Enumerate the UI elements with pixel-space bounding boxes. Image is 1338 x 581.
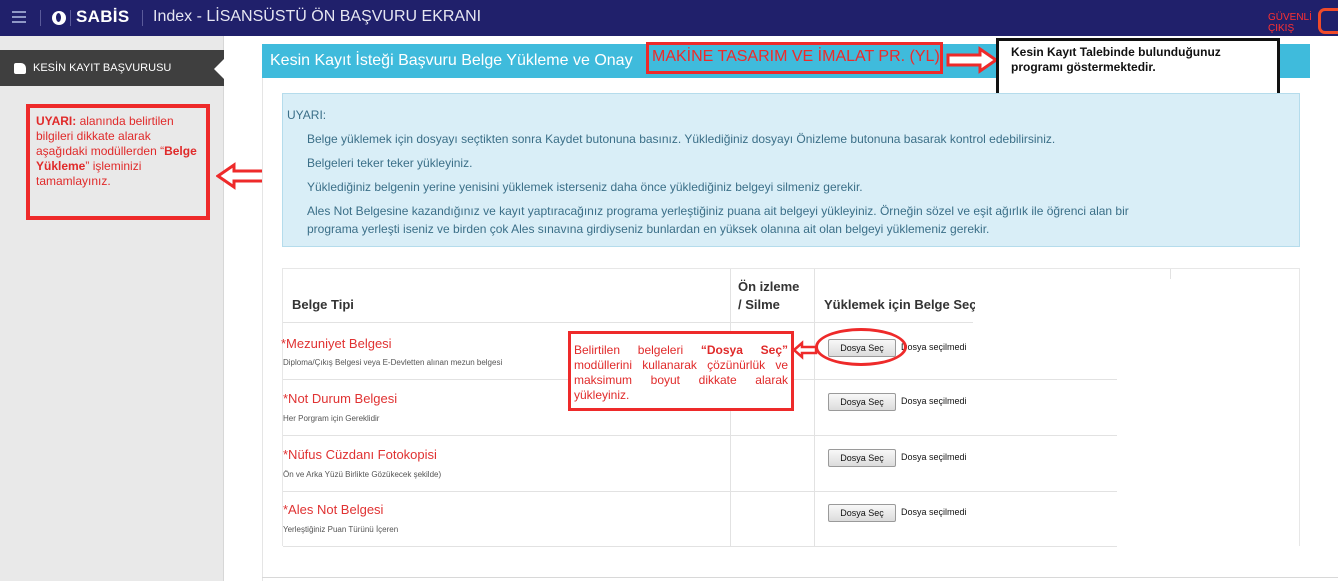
header-preview-line1: Ön izleme (738, 279, 800, 294)
row-divider (283, 491, 1117, 492)
active-item-notch (214, 59, 224, 79)
sidebar-item-label: KESİN KAYIT BAŞVURUSU (33, 62, 172, 74)
file-select-button[interactable]: Dosya Seç (828, 449, 896, 467)
header-document-type: Belge Tipi (292, 297, 354, 312)
warning-prefix: UYARI: (36, 114, 77, 128)
file-status: Dosya seçilmedi (901, 452, 967, 462)
arrow-right-icon (946, 46, 998, 74)
file-status: Dosya seçilmedi (901, 507, 967, 517)
power-icon[interactable] (1318, 8, 1338, 34)
table-row-3-name: *Nüfus Cüzdanı Fotokopisi (283, 447, 437, 462)
info-alert: UYARI: Belge yüklemek için dosyayı seçti… (282, 93, 1300, 247)
file-button-highlight-annotation (815, 328, 907, 366)
navbar-divider (142, 10, 143, 26)
header-preview-line2: / Silme (738, 297, 780, 312)
alert-line: Belge yüklemek için dosyayı seçtikten so… (307, 132, 1056, 146)
table-row-1-desc: Diploma/Çıkış Belgesi veya E-Devletten a… (283, 358, 503, 367)
sidebar-item-final-registration[interactable]: KESİN KAYIT BAŞVURUSU (0, 50, 224, 86)
panel-title: Kesin Kayıt İsteği Başvuru Belge Yükleme… (270, 52, 633, 69)
arrow-right-small-icon (792, 340, 818, 360)
row-divider (283, 322, 973, 323)
file-status: Dosya seçilmedi (901, 396, 967, 406)
sidebar-warning-annotation: UYARI: alanında belirtilen bilgileri dik… (26, 104, 210, 220)
hamburger-menu-icon[interactable] (12, 11, 26, 23)
header-upload: Yüklemek için Belge Seç (824, 297, 975, 312)
page-title: Index - LİSANSÜSTÜ ÖN BAŞVURU EKRANI (153, 8, 482, 25)
program-callout: Kesin Kayıt Talebinde bulunduğunuz progr… (996, 38, 1280, 98)
callout-text-1: Belirtilen belgeleri (574, 343, 701, 357)
file-select-callout: Belirtilen belgeleri “Dosya Seç” modülle… (568, 331, 794, 411)
table-row-4-name: *Ales Not Belgesi (283, 502, 384, 517)
file-status: Dosya seçilmedi (901, 342, 967, 352)
file-select-button[interactable]: Dosya Seç (828, 504, 896, 522)
table-row-2-name: *Not Durum Belgesi (283, 391, 398, 406)
footer-divider (262, 577, 1338, 578)
table-row-2-desc: Her Porgram için Gereklidir (283, 414, 380, 423)
column-divider (1170, 269, 1171, 279)
callout-emphasis: “Dosya Seç” (700, 343, 788, 357)
alert-line: Belgeleri teker teker yükleyiniz. (307, 156, 473, 170)
callout-text-2: modüllerini kullanarak çözünürlük ve mak… (574, 358, 788, 402)
brand-logo[interactable]: SABİS (76, 7, 129, 27)
table-row-3-desc: Ön ve Arka Yüzü Birlikte Gözükecek şekil… (283, 470, 442, 479)
globe-icon (52, 11, 66, 25)
alert-line: Ales Not Belgesine kazandığınız ve kayıt… (307, 204, 1129, 218)
navbar-divider (40, 10, 41, 26)
table-row-4-desc: Yerleştiğiniz Puan Türünü İçeren (283, 525, 399, 534)
alert-heading: UYARI: (287, 108, 327, 122)
thumbs-up-icon (14, 62, 26, 74)
row-divider (283, 435, 1117, 436)
alert-line: programa yerleşti iseniz ve birden çok A… (307, 222, 990, 236)
doc-name-text: *Mezuniyet Belgesi (281, 336, 392, 351)
file-select-button[interactable]: Dosya Seç (828, 393, 896, 411)
navbar-divider (70, 10, 71, 26)
table-row-1-name: *Mezuniyet Belgesi (281, 336, 392, 351)
program-name-annotation: MAKİNE TASARIM VE İMALAT PR. (YL) (646, 42, 943, 74)
row-divider (283, 546, 1117, 547)
column-divider (814, 269, 815, 547)
alert-line: Yüklediğiniz belgenin yerine yenisini yü… (307, 180, 863, 194)
top-navbar: SABİS Index - LİSANSÜSTÜ ÖN BAŞVURU EKRA… (0, 0, 1338, 36)
